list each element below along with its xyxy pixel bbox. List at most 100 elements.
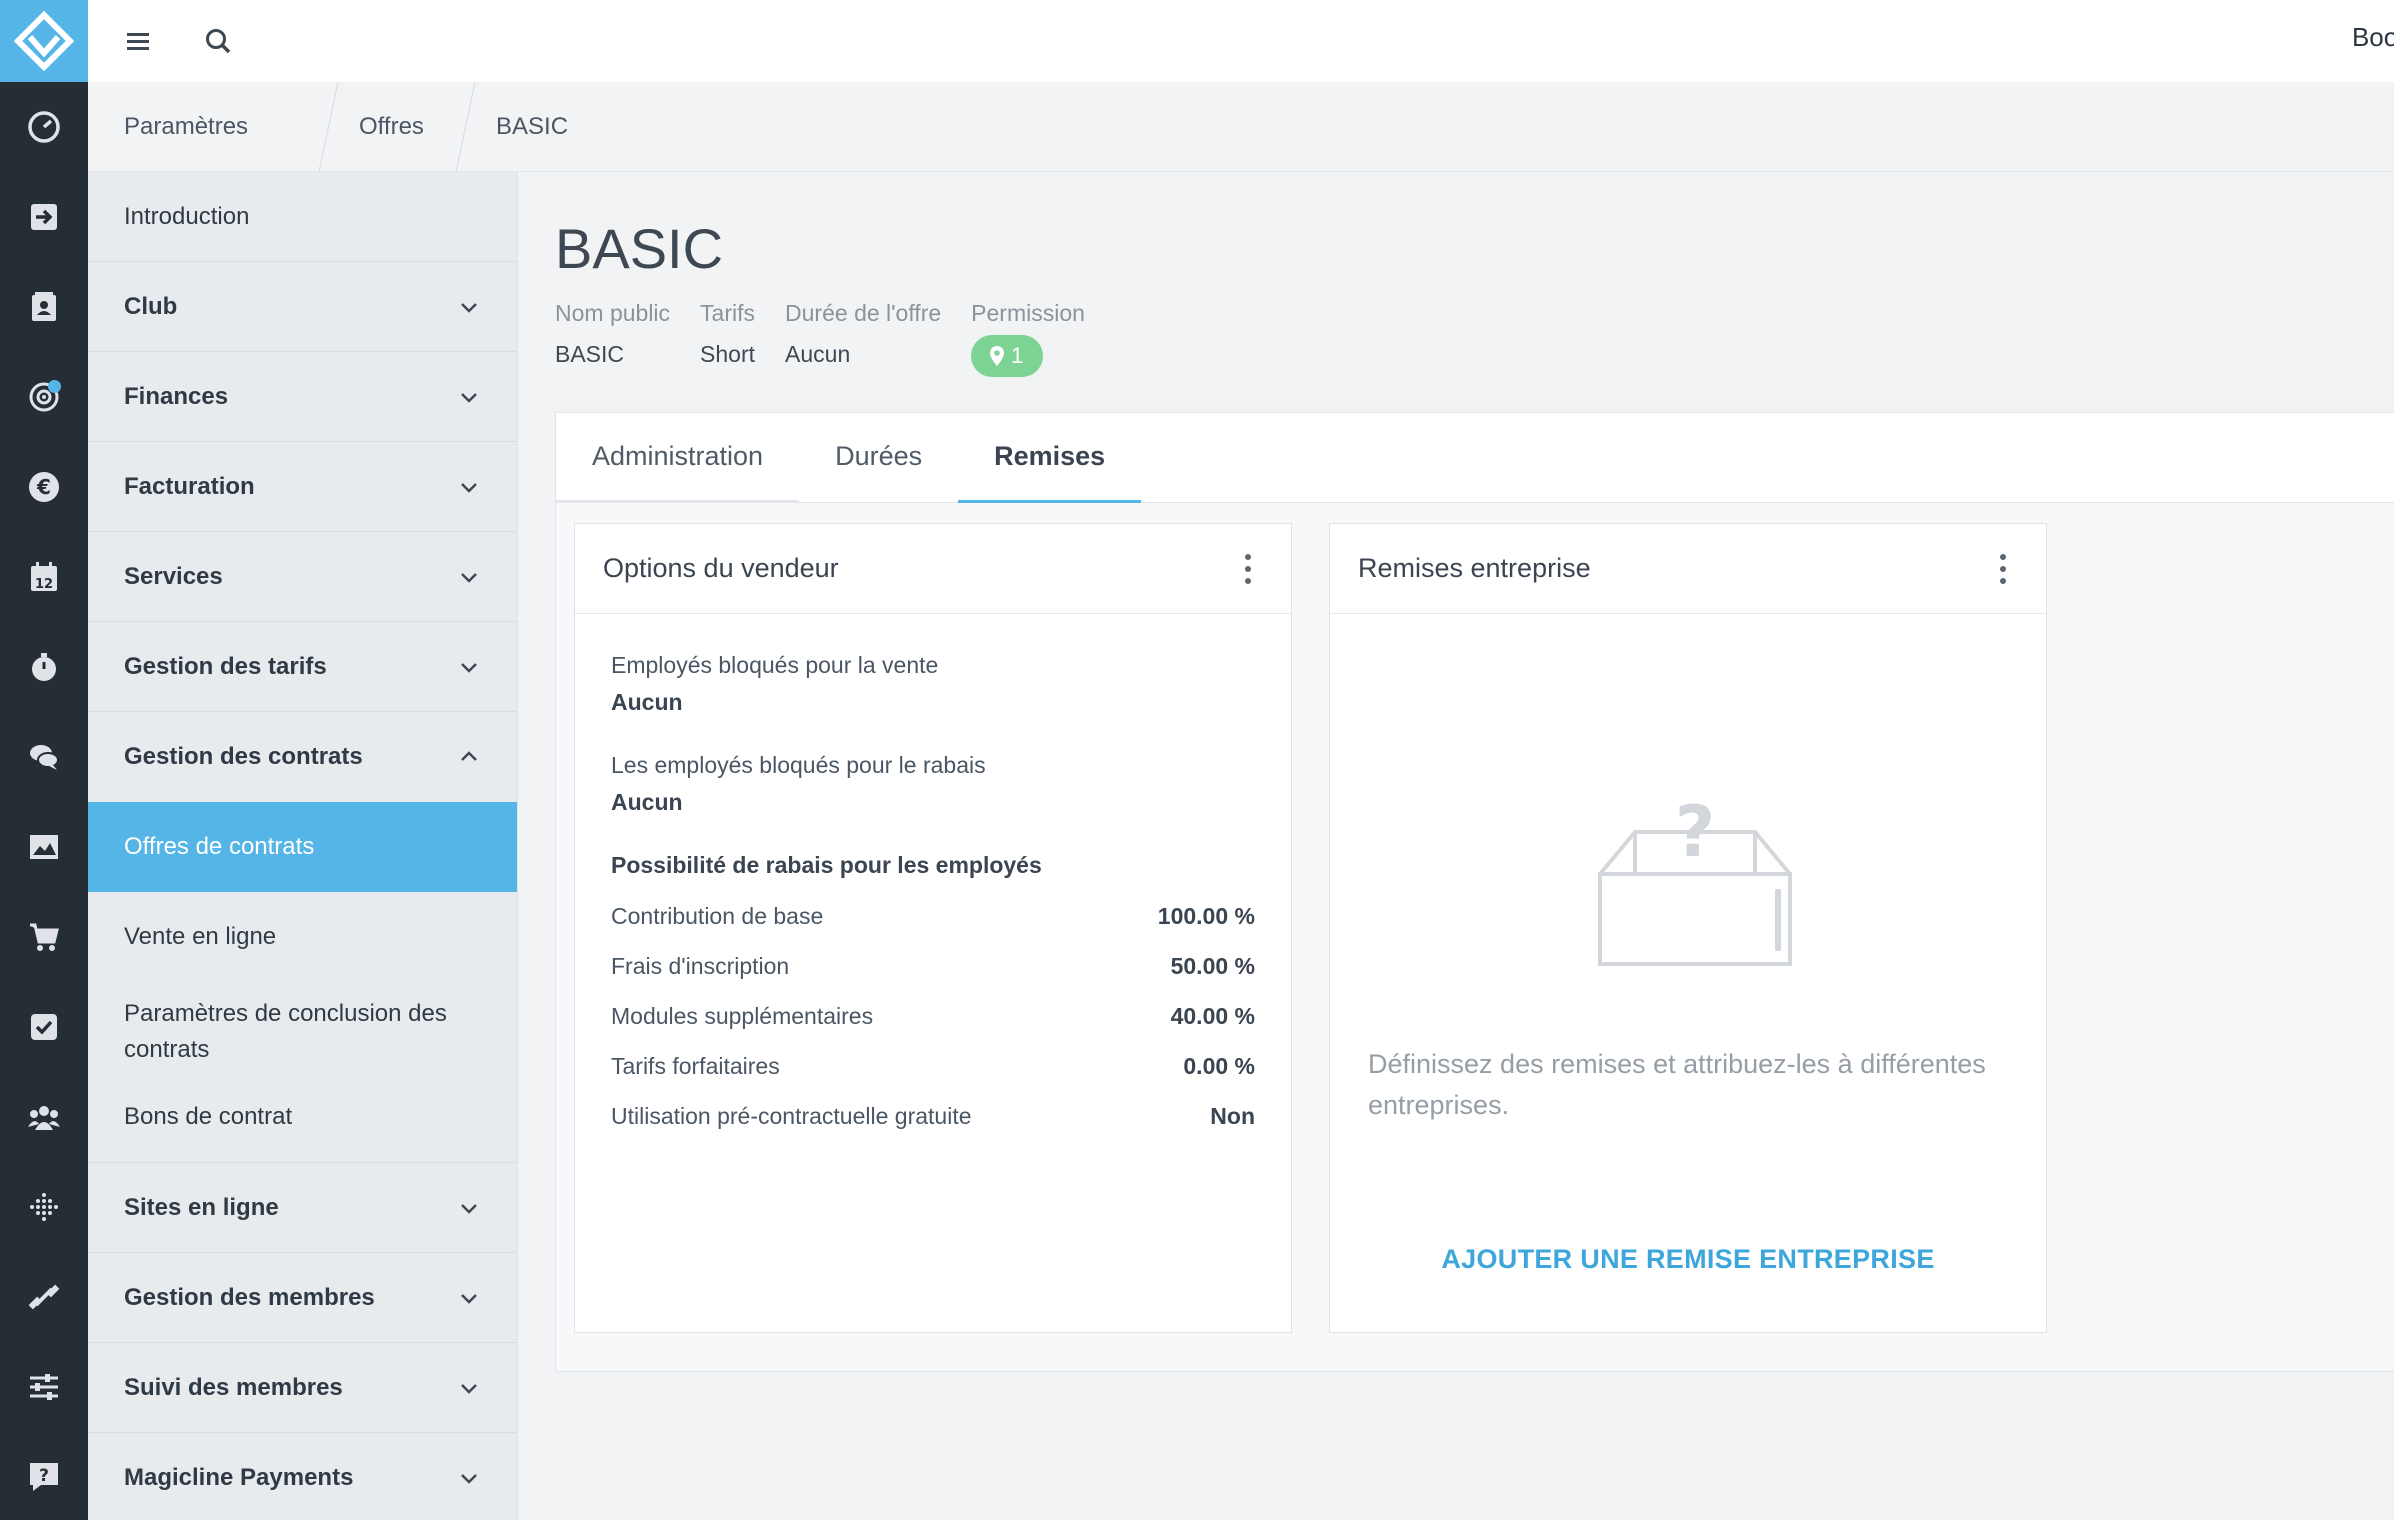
- offer-panel: Administration Durées Remises Options du…: [555, 412, 2394, 1372]
- sidebar-item-label: Gestion des contrats: [124, 743, 363, 770]
- row-value: 100.00 %: [1157, 902, 1255, 929]
- chevron-down-icon: [461, 1383, 477, 1394]
- sliders-icon[interactable]: [0, 1342, 88, 1432]
- dashboard-icon[interactable]: [0, 82, 88, 172]
- checkbox-icon[interactable]: [0, 982, 88, 1072]
- sidebar-item-label: Sites en ligne: [124, 1193, 279, 1221]
- sidebar-subitem-vente-en-ligne[interactable]: Vente en ligne: [88, 892, 517, 982]
- vendor-options-card: Options du vendeur Employés bloqués pour…: [574, 523, 1292, 1333]
- sidebar-item-gestion-contrats[interactable]: Gestion des contrats: [88, 712, 517, 802]
- top-bar-user-text[interactable]: Bool: [2352, 22, 2394, 53]
- contacts-icon[interactable]: [0, 262, 88, 352]
- sidebar-item-gestion-tarifs[interactable]: Gestion des tarifs: [88, 622, 517, 712]
- empty-state-text: Définissez des remises et attribuez-les …: [1368, 1049, 1986, 1120]
- discount-row: Utilisation pré-contractuelle gratuite N…: [611, 1091, 1255, 1141]
- help-icon[interactable]: ?: [0, 1432, 88, 1520]
- cart-icon[interactable]: [0, 892, 88, 982]
- meta-key: Tarifs: [700, 300, 755, 326]
- sidebar-item-finances[interactable]: Finances: [88, 352, 517, 442]
- chat-icon[interactable]: [0, 712, 88, 802]
- search-icon[interactable]: [190, 13, 246, 69]
- breadcrumb-offres[interactable]: Offres: [329, 82, 465, 172]
- breadcrumb-parametres[interactable]: Paramètres: [88, 82, 328, 172]
- sidebar-item-gestion-membres[interactable]: Gestion des membres: [88, 1253, 517, 1343]
- meta-public-name: Nom public BASIC: [555, 300, 670, 377]
- settings-sidebar: Introduction Club Finances Facturation S…: [88, 172, 518, 1520]
- permission-count: 1: [1011, 343, 1024, 368]
- notification-dot: [48, 380, 61, 393]
- discount-row: Contribution de base 100.00 %: [611, 891, 1255, 941]
- row-label: Frais d'inscription: [611, 952, 790, 979]
- sidebar-item-label: Suivi des membres: [124, 1373, 343, 1401]
- sidebar-item-facturation[interactable]: Facturation: [88, 442, 517, 532]
- breadcrumb-current: BASIC: [496, 112, 569, 140]
- row-label: Contribution de base: [611, 902, 824, 929]
- dots-grid-icon[interactable]: [0, 1162, 88, 1252]
- chevron-down-icon: [461, 482, 477, 493]
- more-options-icon[interactable]: [1988, 549, 2018, 589]
- top-bar: Bool: [88, 0, 2394, 82]
- group-icon[interactable]: [0, 1072, 88, 1162]
- sidebar-item-magicline-payments[interactable]: Magicline Payments: [88, 1433, 517, 1520]
- row-label: Utilisation pré-contractuelle gratuite: [611, 1102, 972, 1129]
- check-in-icon[interactable]: [0, 172, 88, 262]
- image-icon[interactable]: [0, 802, 88, 892]
- sidebar-item-label: Club: [124, 292, 178, 320]
- sidebar-item-label: Gestion des tarifs: [124, 652, 327, 680]
- field-blocked-sale: Employés bloqués pour la vente Aucun: [611, 652, 1255, 716]
- discount-row: Tarifs forfaitaires 0.00 %: [611, 1041, 1255, 1091]
- stopwatch-icon[interactable]: [0, 622, 88, 712]
- meta-value: Aucun: [785, 341, 851, 367]
- sidebar-item-label: Finances: [124, 382, 229, 410]
- sidebar-item-introduction[interactable]: Introduction: [88, 172, 517, 262]
- chevron-down-icon: [461, 662, 477, 673]
- app-logo[interactable]: [0, 0, 88, 82]
- meta-value: BASIC: [555, 341, 625, 367]
- card-title: Options du vendeur: [603, 553, 839, 583]
- sidebar-subitem-bons-contrat[interactable]: Bons de contrat: [88, 1082, 517, 1162]
- contracts-submenu: Offres de contrats Vente en ligne Paramè…: [88, 802, 517, 1163]
- chevron-down-icon: [461, 1473, 477, 1484]
- field-value: Aucun: [611, 689, 683, 715]
- sidebar-item-label: Introduction: [124, 202, 250, 230]
- discount-row: Modules supplémentaires 40.00 %: [611, 991, 1255, 1041]
- menu-icon[interactable]: [110, 13, 166, 69]
- offer-meta: Nom public BASIC Tarifs Short Durée de l…: [555, 300, 1085, 377]
- chevron-down-icon: [461, 1293, 477, 1304]
- meta-duration: Durée de l'offre Aucun: [785, 300, 941, 377]
- chevron-down-icon: [461, 302, 477, 313]
- sidebar-item-suivi-membres[interactable]: Suivi des membres: [88, 1343, 517, 1433]
- card-body: Employés bloqués pour la vente Aucun Les…: [575, 614, 1291, 1141]
- meta-tarifs: Tarifs Short: [700, 300, 755, 377]
- svg-text:?: ?: [39, 1466, 49, 1486]
- tab-remises[interactable]: Remises: [958, 413, 1142, 503]
- meta-key: Nom public: [555, 300, 671, 326]
- empty-box-icon: ?: [1590, 791, 1800, 979]
- target-icon[interactable]: [0, 352, 88, 442]
- more-options-icon[interactable]: [1233, 549, 1263, 589]
- permission-badge[interactable]: 1: [971, 335, 1044, 377]
- icon-rail: € 12 ?: [0, 0, 88, 1520]
- sidebar-subitem-offres-contrats[interactable]: Offres de contrats: [88, 802, 517, 892]
- euro-icon[interactable]: €: [0, 442, 88, 532]
- sidebar-item-sites-en-ligne[interactable]: Sites en ligne: [88, 1163, 517, 1253]
- sidebar-item-club[interactable]: Club: [88, 262, 517, 352]
- field-label: Les employés bloqués pour le rabais: [611, 752, 986, 778]
- breadcrumb: Paramètres Offres BASIC: [88, 81, 2394, 172]
- field-label: Employés bloqués pour la vente: [611, 652, 939, 678]
- discount-section-title: Possibilité de rabais pour les employés: [611, 852, 1042, 878]
- svg-text:?: ?: [1675, 794, 1716, 873]
- tab-durees[interactable]: Durées: [799, 413, 958, 503]
- meta-value: Short: [700, 341, 756, 367]
- dumbbell-icon[interactable]: [0, 1252, 88, 1342]
- sidebar-item-label: Services: [124, 562, 223, 590]
- field-value: Aucun: [611, 789, 683, 815]
- sidebar-item-services[interactable]: Services: [88, 532, 517, 622]
- calendar-icon[interactable]: 12: [0, 532, 88, 622]
- add-company-discount-button[interactable]: AJOUTER UNE REMISE ENTREPRISE: [1330, 1244, 2046, 1275]
- location-pin-icon: [990, 346, 1005, 366]
- sidebar-subitem-parametres-conclusion[interactable]: Paramètres de conclusion des contrats: [88, 982, 517, 1082]
- chevron-down-icon: [461, 572, 477, 583]
- chevron-down-icon: [461, 392, 477, 403]
- tab-administration[interactable]: Administration: [556, 413, 800, 503]
